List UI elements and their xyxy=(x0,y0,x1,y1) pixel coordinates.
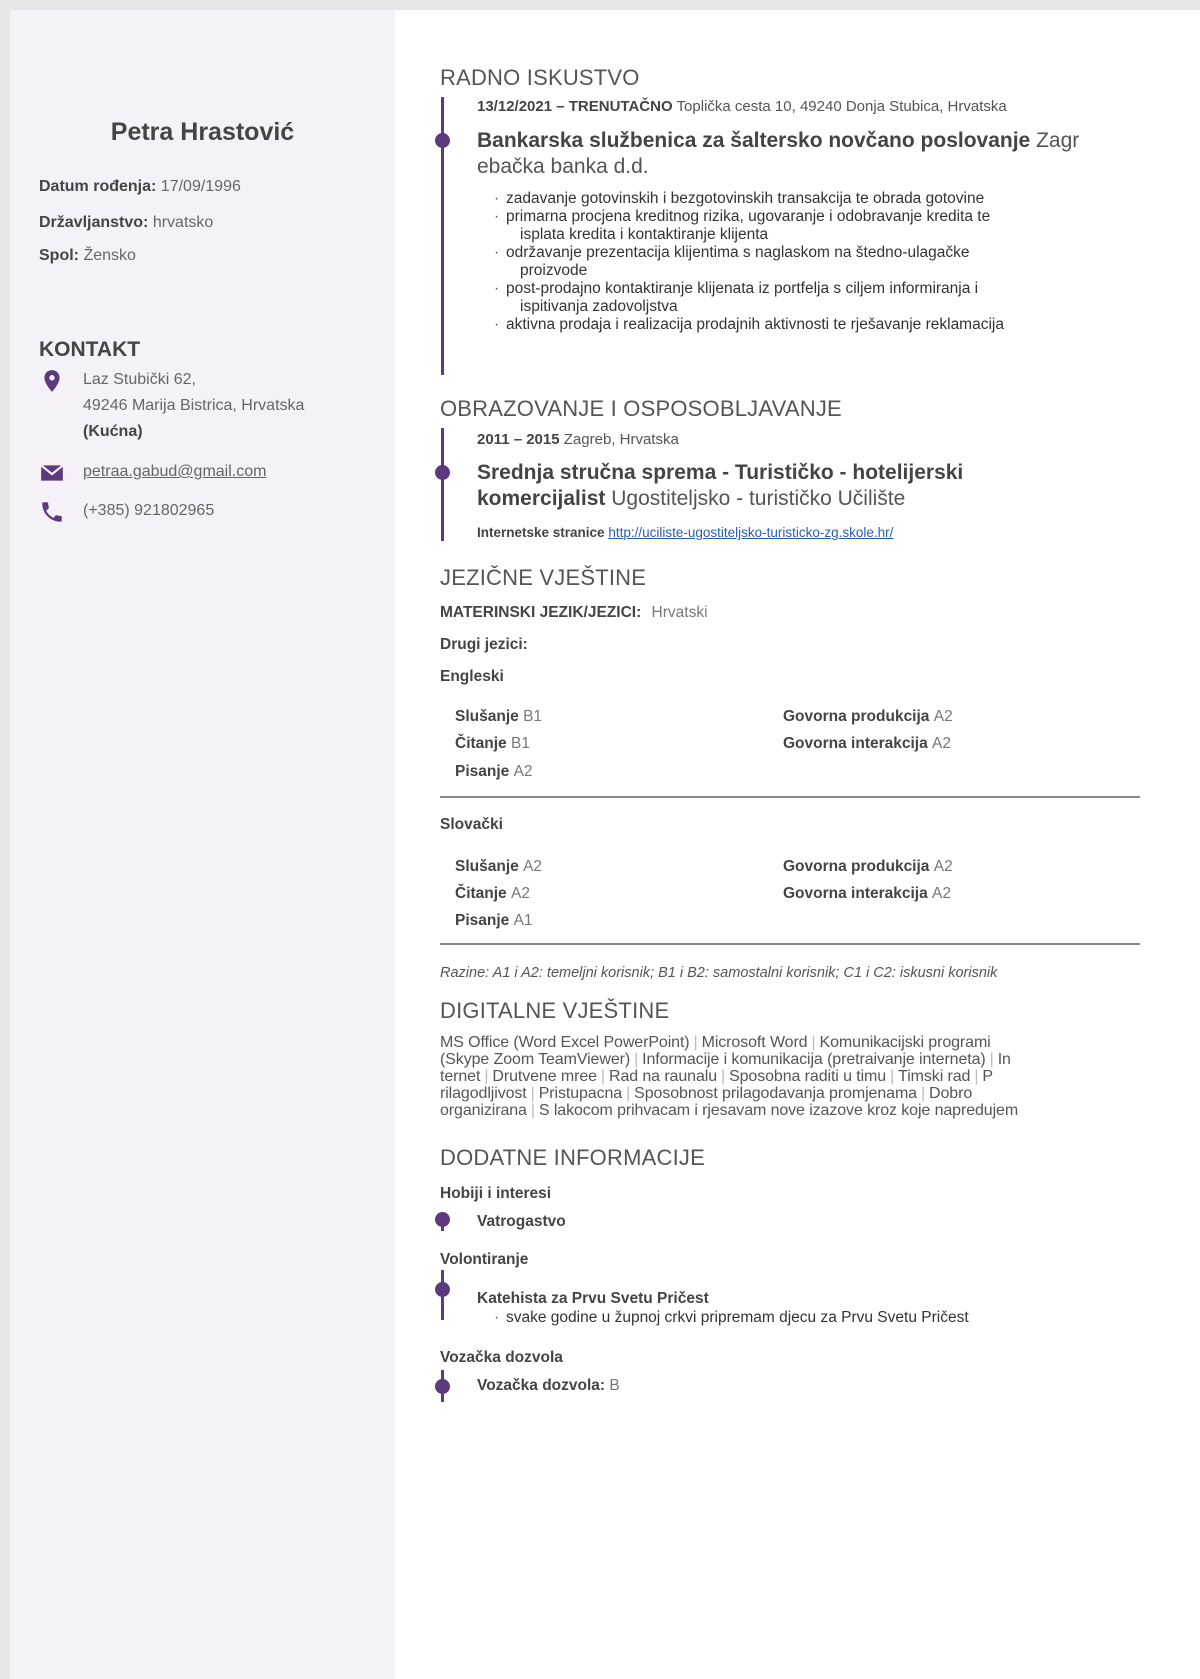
mother-tongue-value: Hrvatski xyxy=(651,604,708,621)
duty-item: primarna procjena kreditnog rizika, ugov… xyxy=(492,208,1112,244)
spoken-interaction-row: Govorna interakcija A2 xyxy=(783,885,952,902)
dob-value: 17/09/1996 xyxy=(160,178,241,195)
experience-employer-line1: Zagr xyxy=(1036,129,1080,152)
spoken-production-row: Govorna produkcija A2 xyxy=(783,708,953,725)
reading-row: Čitanje B1 xyxy=(455,735,530,752)
mother-tongue-row: MATERINSKI JEZIK/JEZICI: Hrvatski xyxy=(440,604,708,622)
listening-row: Slušanje B1 xyxy=(455,708,543,725)
education-web-link[interactable]: http://uciliste-ugostiteljsko-turisticko… xyxy=(608,525,893,540)
contact-heading: KONTAKT xyxy=(39,338,141,361)
volunteering-label: Volontiranje xyxy=(440,1251,529,1268)
language-divider xyxy=(440,796,1140,798)
reading-row: Čitanje A2 xyxy=(455,885,530,902)
license-section-label: Vozačka dozvola xyxy=(440,1349,563,1366)
education-date-line: 2011 – 2015 Zagreb, Hrvatska xyxy=(477,431,679,448)
citizenship-value: hrvatsko xyxy=(152,214,214,231)
education-heading: OBRAZOVANJE I OSPOSOBLJAVANJE xyxy=(440,396,842,421)
license-value: B xyxy=(609,1377,620,1394)
other-languages-label: Drugi jezici: xyxy=(440,636,528,653)
cv-page: Petra Hrastović Datum rođenja: 17/09/199… xyxy=(10,10,1200,1679)
education-web-row: Internetske stranice http://uciliste-ugo… xyxy=(477,525,893,540)
digital-line: MS Office (Word Excel PowerPoint) | Micros… xyxy=(440,1034,991,1051)
experience-date: 13/12/2021 – TRENUTAČNO xyxy=(477,98,673,115)
digital-heading: DIGITALNE VJEŠTINE xyxy=(440,998,670,1023)
address-line1: Laz Stubički 62, xyxy=(83,371,196,388)
gender-row: Spol: Žensko xyxy=(39,247,136,265)
citizenship-label: Državljanstvo: xyxy=(39,214,149,231)
experience-title-block: Bankarska službenica za šaltersko novčan… xyxy=(477,128,1127,180)
education-location: Zagreb, Hrvatska xyxy=(563,431,679,448)
location-pin-icon xyxy=(44,370,60,392)
education-title-line2: komercijalist xyxy=(477,487,606,510)
experience-location: Toplička cesta 10, 49240 Donja Stubica, … xyxy=(676,98,1007,115)
education-title-line1: Srednja stručna sprema - Turističko - ho… xyxy=(477,461,964,484)
hobbies-label: Hobiji i interesi xyxy=(440,1185,552,1202)
duty-item: održavanje prezentacija klijentima s nag… xyxy=(492,244,1112,280)
experience-heading: RADNO ISKUSTVO xyxy=(440,65,640,90)
license-label: Vozačka dozvola: xyxy=(477,1377,606,1394)
digital-skills-list: MS Office (Word Excel PowerPoint) | Micros… xyxy=(440,1034,1150,1119)
address-block: Laz Stubički 62, 49246 Marija Bistrica, … xyxy=(83,367,304,445)
education-timeline-line xyxy=(441,428,444,541)
education-title-block: Srednja stručna sprema - Turističko - ho… xyxy=(477,460,1127,512)
mother-tongue-label: MATERINSKI JEZIK/JEZICI: xyxy=(440,604,642,621)
volunteer-timeline-dot xyxy=(435,1282,450,1297)
hobby-timeline-line xyxy=(441,1215,444,1231)
license-timeline-dot xyxy=(435,1379,450,1394)
volunteer-desc-list: svake godine u župnoj crkvi pripremam dj… xyxy=(492,1309,1112,1327)
experience-employer-line2: ebačka banka d.d. xyxy=(477,155,649,178)
person-name: Petra Hrastović xyxy=(110,118,295,146)
duty-item: post-prodajno kontaktiranje klijenata iz… xyxy=(492,280,1112,316)
volunteer-desc: svake godine u župnoj crkvi pripremam dj… xyxy=(492,1309,1112,1327)
languages-heading: JEZIČNE VJEŠTINE xyxy=(440,565,647,590)
envelope-icon xyxy=(40,464,64,481)
gender-value: Žensko xyxy=(83,247,136,264)
spoken-interaction-row: Govorna interakcija A2 xyxy=(783,735,952,752)
language-name: Slovački xyxy=(440,816,503,833)
writing-row: Pisanje A1 xyxy=(455,912,533,929)
writing-row: Pisanje A2 xyxy=(455,763,533,780)
language-name: Engleski xyxy=(440,668,504,685)
sidebar: Petra Hrastović Datum rođenja: 17/09/199… xyxy=(10,10,395,1679)
listening-row: Slušanje A2 xyxy=(455,858,543,875)
experience-timeline-dot xyxy=(435,133,450,148)
digital-line: ternet | Drutvene mree | Rad na raunalu | Spos… xyxy=(440,1068,993,1085)
digital-line: (Skype Zoom TeamViewer) | Informacije i ko… xyxy=(440,1051,1011,1068)
license-row: Vozačka dozvola: B xyxy=(477,1377,620,1395)
experience-date-line: 13/12/2021 – TRENUTAČNO Toplička cesta 1… xyxy=(477,98,1007,115)
additional-heading: DODATNE INFORMACIJE xyxy=(440,1145,705,1170)
language-divider xyxy=(440,943,1140,945)
dob-row: Datum rođenja: 17/09/1996 xyxy=(39,178,241,196)
gender-label: Spol: xyxy=(39,247,79,264)
dob-label: Datum rođenja: xyxy=(39,178,157,195)
digital-line: rilagodljivost | Pristupacna | Sposobnost pr… xyxy=(440,1085,973,1102)
education-web-label: Internetske stranice xyxy=(477,525,605,540)
duty-item: aktivna prodaja i realizacija prodajnih … xyxy=(492,316,1112,334)
spoken-production-row: Govorna produkcija A2 xyxy=(783,858,953,875)
address-type: (Kućna) xyxy=(83,423,143,440)
digital-line: organizirana | S lakocom prihvacam i rjesa… xyxy=(440,1102,1019,1119)
email-link[interactable]: petraa.gabud@gmail.com xyxy=(83,459,266,485)
phone-number[interactable]: (+385) 921802965 xyxy=(83,498,214,524)
volunteer-title: Katehista za Prvu Svetu Pričest xyxy=(477,1290,709,1307)
duty-item: zadavanje gotovinskih i bezgotovinskih t… xyxy=(492,190,1112,208)
hobby-item: Vatrogastvo xyxy=(477,1213,566,1230)
levels-note: Razine: A1 i A2: temeljni korisnik; B1 i… xyxy=(440,965,998,981)
experience-title: Bankarska službenica za šaltersko novčan… xyxy=(477,129,1031,152)
phone-icon xyxy=(42,502,62,522)
education-timeline-dot xyxy=(435,465,450,480)
education-date: 2011 – 2015 xyxy=(477,431,560,448)
education-school: Ugostiteljsko - turističko Učilište xyxy=(611,487,906,510)
address-line2: 49246 Marija Bistrica, Hrvatska xyxy=(83,397,305,414)
experience-duties-list: zadavanje gotovinskih i bezgotovinskih t… xyxy=(492,190,1112,334)
citizenship-row: Državljanstvo: hrvatsko xyxy=(39,214,213,232)
